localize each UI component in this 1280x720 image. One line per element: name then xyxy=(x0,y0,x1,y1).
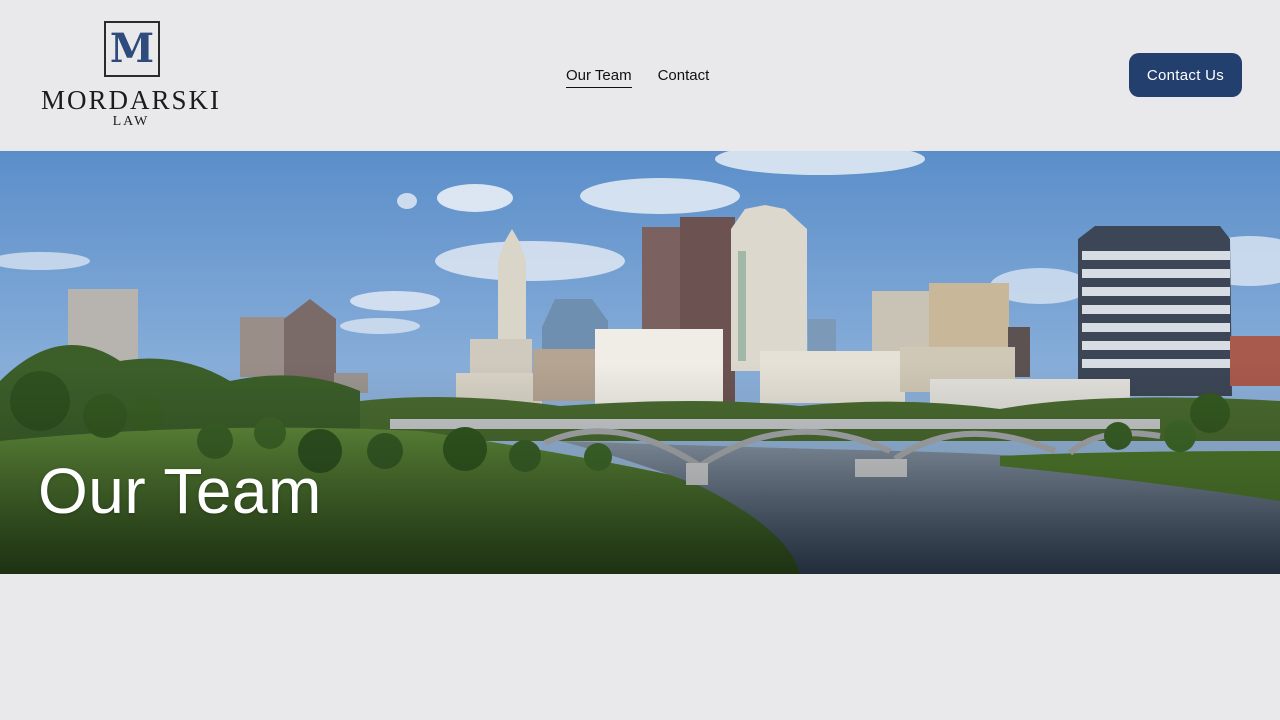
logo[interactable]: M MORDARSKI LAW xyxy=(40,20,222,130)
nav-link-our-team[interactable]: Our Team xyxy=(566,66,632,88)
page-title: Our Team xyxy=(38,455,322,527)
nav-link-contact[interactable]: Contact xyxy=(658,66,710,88)
logo-monogram: M xyxy=(109,25,155,72)
hero-banner: Our Team xyxy=(0,151,1280,574)
site-header: M MORDARSKI LAW Our Team Contact Contact… xyxy=(0,0,1280,151)
main-nav: Our Team Contact xyxy=(566,66,709,88)
logo-subtitle: LAW xyxy=(112,114,150,129)
logo-monogram-box: M xyxy=(104,21,160,77)
contact-us-button[interactable]: Contact Us xyxy=(1129,53,1242,97)
logo-name: MORDARSKI xyxy=(40,85,222,115)
